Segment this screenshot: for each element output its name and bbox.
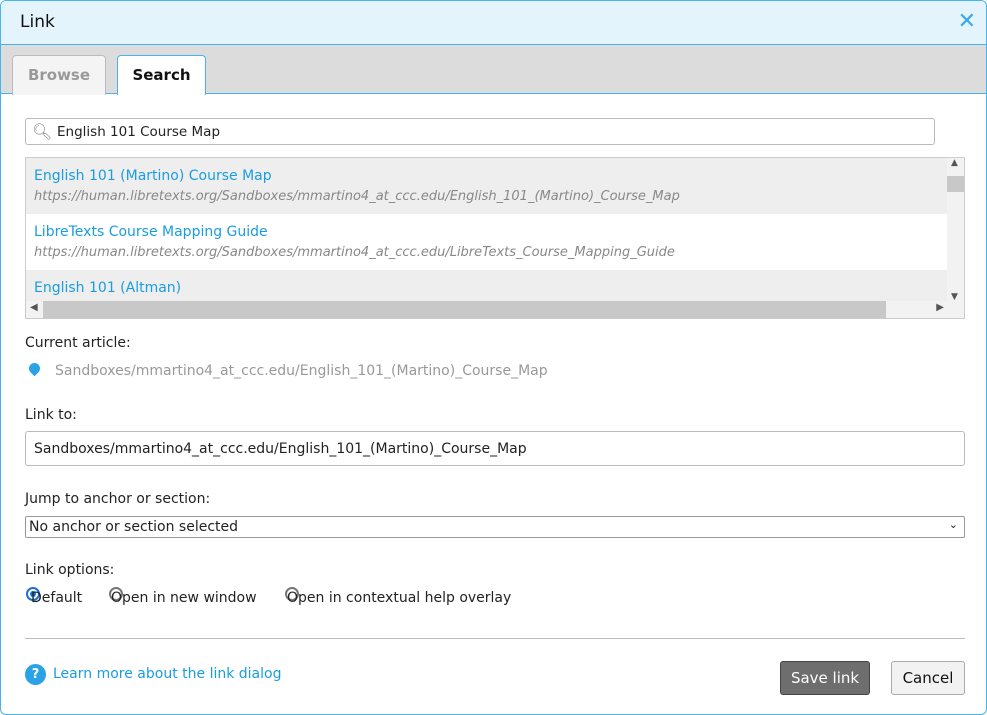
link-to-label: Link to: [25,407,77,423]
tab-browse[interactable]: Browse [12,55,106,95]
dialog-title: Link [20,12,55,32]
result-title: English 101 (Altman) [34,280,182,296]
search-value: English 101 Course Map [57,124,221,140]
link-to-input[interactable]: Sandboxes/mmartino4_at_ccc.edu/English_1… [25,431,965,466]
close-icon[interactable]: ✕ [958,9,976,34]
result-title: English 101 (Martino) Course Map [34,168,272,184]
list-item[interactable]: LibreTexts Course Mapping Guide https://… [26,214,947,270]
link-dialog: Link ✕ Browse Search 🔍︎ English 101 Cour… [0,0,987,715]
horizontal-scrollbar[interactable]: ◀ ▶ [26,301,964,318]
current-article-label: Current article: [25,335,131,351]
anchor-selected: No anchor or section selected [29,519,239,535]
cancel-button[interactable]: Cancel [891,661,965,695]
tab-search[interactable]: Search [117,55,206,95]
search-icon: 🔍︎ [32,122,53,141]
location-pin-icon [26,360,43,377]
list-item[interactable]: English 101 (Martino) Course Map https:/… [26,158,947,214]
divider [25,638,965,639]
tab-bar: Browse Search [1,45,986,95]
help-icon[interactable]: ? [25,664,46,685]
result-url: https://human.libretexts.org/Sandboxes/m… [34,245,675,260]
save-link-button[interactable]: Save link [780,661,870,695]
search-input[interactable]: 🔍︎ English 101 Course Map [25,118,935,145]
vertical-scrollbar[interactable]: ▲ ▼ [947,158,964,302]
option-default-label[interactable]: Default [31,590,82,606]
link-options-label: Link options: [25,562,115,578]
dialog-header: Link ✕ [1,1,986,45]
chevron-down-icon: ⌄ [948,518,958,531]
result-url: https://human.libretexts.org/Sandboxes/m… [34,189,680,204]
learn-more-link[interactable]: Learn more about the link dialog [53,666,281,682]
anchor-label: Jump to anchor or section: [25,491,211,507]
result-title: LibreTexts Course Mapping Guide [34,224,268,240]
option-help-overlay-label[interactable]: Open in contextual help overlay [287,590,511,606]
search-results-list: English 101 (Martino) Course Map https:/… [25,157,965,319]
current-article-path: Sandboxes/mmartino4_at_ccc.edu/English_1… [55,363,548,379]
option-new-window-label[interactable]: Open in new window [111,590,257,606]
anchor-select[interactable]: No anchor or section selected ⌄ [25,516,965,538]
